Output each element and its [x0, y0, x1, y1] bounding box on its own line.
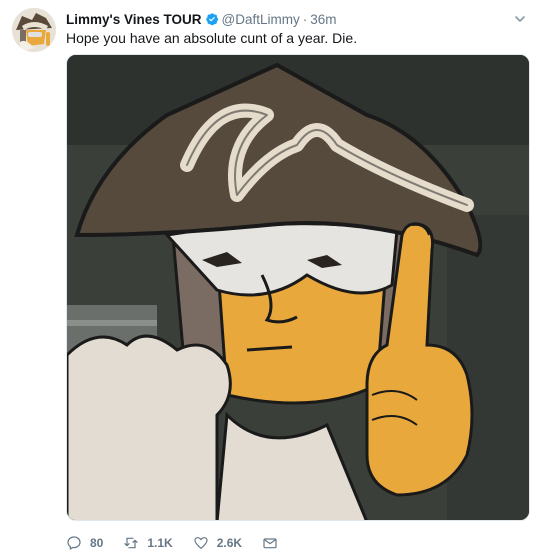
tweet-media-image[interactable]: [66, 54, 530, 521]
tweet-timestamp[interactable]: 36m: [310, 12, 336, 27]
reply-count: 80: [90, 536, 104, 550]
tweet-card[interactable]: Limmy's Vines TOUR @DaftLimmy · 36m Hope…: [0, 0, 540, 558]
like-icon: [194, 537, 208, 549]
tweet-header: Limmy's Vines TOUR @DaftLimmy · 36m: [66, 10, 500, 28]
direct-message-button[interactable]: [262, 535, 278, 551]
cartoon-illustration: [67, 55, 529, 520]
tweet-text: Hope you have an absolute cunt of a year…: [66, 30, 358, 46]
user-handle[interactable]: @DaftLimmy: [222, 12, 300, 27]
reply-icon: [67, 536, 81, 550]
tweet-action-bar: 80 1.1K 2.6K: [66, 532, 298, 554]
like-count: 2.6K: [216, 536, 243, 550]
display-name[interactable]: Limmy's Vines TOUR: [66, 12, 202, 27]
retweet-icon: [124, 537, 138, 549]
retweet-button[interactable]: 1.1K: [123, 535, 173, 551]
verified-badge-icon: [205, 12, 219, 26]
direct-message-icon: [263, 538, 277, 549]
avatar-image: [12, 8, 56, 52]
separator-dot: ·: [302, 11, 308, 27]
retweet-count: 1.1K: [147, 536, 173, 550]
reply-button[interactable]: 80: [66, 535, 103, 551]
avatar[interactable]: [12, 8, 56, 52]
like-button[interactable]: 2.6K: [193, 535, 242, 551]
caret-down-icon[interactable]: [514, 12, 526, 24]
